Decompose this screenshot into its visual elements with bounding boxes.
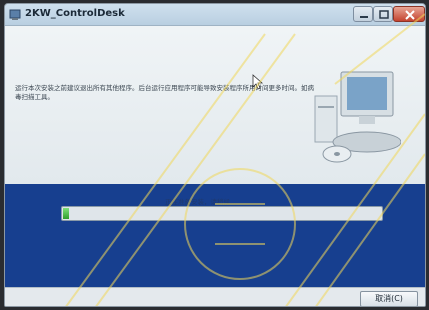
installer-window: 2KW_ControlDesk 运行本次安装之前建议退出所有其他程序。后台运行应… [4,3,426,307]
maximize-icon [379,10,389,19]
install-message: 运行本次安装之前建议退出所有其他程序。后台运行应用程序可能导致安装程序所用时间更… [15,84,314,101]
minimize-icon [360,16,368,18]
progress-band: 正在准备安装，请稍候... [5,184,425,287]
title-bar[interactable]: 2KW_ControlDesk [5,4,425,26]
mouse-cursor-icon [252,74,264,90]
minimize-button[interactable] [353,6,373,22]
close-icon [405,10,415,20]
progress-fill [63,208,69,219]
app-icon [9,9,21,20]
close-button[interactable] [393,6,425,22]
footer-bar: 取消(C) [5,287,425,306]
window-title: 2KW_ControlDesk [25,8,125,19]
content-area: 运行本次安装之前建议退出所有其他程序。后台运行应用程序可能导致安装程序所用时间更… [5,26,425,184]
computer-icon [314,71,401,163]
progress-bar [61,206,383,221]
cancel-button[interactable]: 取消(C) [360,291,418,306]
status-text: 正在准备安装，请稍候... [165,198,237,206]
maximize-button[interactable] [373,6,393,22]
